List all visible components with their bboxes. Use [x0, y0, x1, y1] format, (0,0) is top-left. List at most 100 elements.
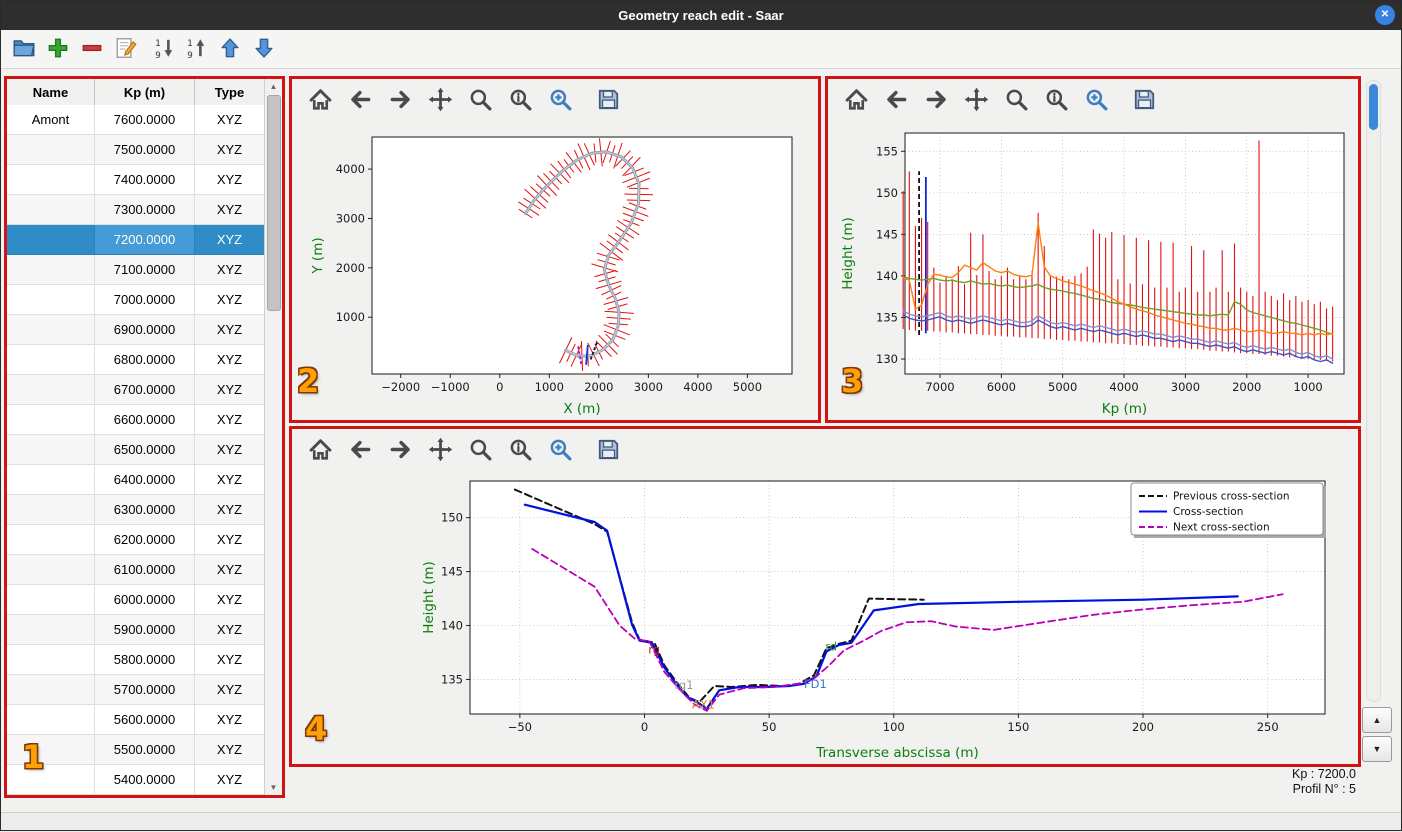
- cell-type[interactable]: XYZ: [195, 435, 265, 465]
- table-row[interactable]: 5700.0000XYZ: [7, 675, 265, 705]
- sort-ascending-button[interactable]: 19: [180, 33, 212, 65]
- move-down-button[interactable]: [248, 33, 280, 65]
- cell-kp[interactable]: 6100.0000: [95, 555, 195, 585]
- cell-kp[interactable]: 6200.0000: [95, 525, 195, 555]
- table-scrollbar-thumb[interactable]: [267, 95, 281, 311]
- cell-type[interactable]: XYZ: [195, 465, 265, 495]
- table-row[interactable]: 6500.0000XYZ: [7, 435, 265, 465]
- cell-kp[interactable]: 7500.0000: [95, 135, 195, 165]
- cell-type[interactable]: XYZ: [195, 375, 265, 405]
- cell-type[interactable]: XYZ: [195, 735, 265, 765]
- cell-name[interactable]: [7, 555, 95, 585]
- table-row[interactable]: 6000.0000XYZ: [7, 585, 265, 615]
- move-up-button[interactable]: [214, 33, 246, 65]
- table-row[interactable]: 6800.0000XYZ: [7, 345, 265, 375]
- cell-name[interactable]: [7, 165, 95, 195]
- cell-type[interactable]: XYZ: [195, 645, 265, 675]
- table-row[interactable]: 7400.0000XYZ: [7, 165, 265, 195]
- back-button[interactable]: [344, 434, 376, 466]
- cell-name[interactable]: [7, 315, 95, 345]
- cell-type[interactable]: XYZ: [195, 225, 265, 255]
- window-scrollbar-thumb[interactable]: [1369, 84, 1378, 130]
- cell-name[interactable]: [7, 525, 95, 555]
- save-button[interactable]: [1128, 84, 1160, 116]
- cell-kp[interactable]: 5900.0000: [95, 615, 195, 645]
- cell-type[interactable]: XYZ: [195, 135, 265, 165]
- inspect-button[interactable]: [1040, 84, 1072, 116]
- home-button[interactable]: [304, 84, 336, 116]
- cell-kp[interactable]: 6900.0000: [95, 315, 195, 345]
- zoom-region-button[interactable]: [544, 84, 576, 116]
- zoom-button[interactable]: [464, 434, 496, 466]
- cell-type[interactable]: XYZ: [195, 675, 265, 705]
- cell-type[interactable]: XYZ: [195, 345, 265, 375]
- cell-type[interactable]: XYZ: [195, 285, 265, 315]
- home-button[interactable]: [304, 434, 336, 466]
- pan-button[interactable]: [424, 434, 456, 466]
- cell-type[interactable]: XYZ: [195, 705, 265, 735]
- inspect-button[interactable]: [504, 84, 536, 116]
- cell-name[interactable]: [7, 735, 95, 765]
- add-button[interactable]: [42, 33, 74, 65]
- cell-type[interactable]: XYZ: [195, 495, 265, 525]
- cell-type[interactable]: XYZ: [195, 615, 265, 645]
- cell-kp[interactable]: 7600.0000: [95, 105, 195, 135]
- cell-name[interactable]: [7, 645, 95, 675]
- table-row[interactable]: 5900.0000XYZ: [7, 615, 265, 645]
- home-button[interactable]: [840, 84, 872, 116]
- pan-button[interactable]: [960, 84, 992, 116]
- cross-section-chart[interactable]: −50050100150200250135140145150Transverse…: [292, 471, 1358, 764]
- forward-button[interactable]: [384, 84, 416, 116]
- cell-type[interactable]: XYZ: [195, 765, 265, 795]
- cell-kp[interactable]: 6400.0000: [95, 465, 195, 495]
- back-button[interactable]: [344, 84, 376, 116]
- table-row[interactable]: 7300.0000XYZ: [7, 195, 265, 225]
- cell-name[interactable]: [7, 195, 95, 225]
- table-row[interactable]: 6100.0000XYZ: [7, 555, 265, 585]
- plan-view-chart[interactable]: −2000−1000010002000300040005000100020003…: [292, 121, 818, 420]
- table-row[interactable]: 6300.0000XYZ: [7, 495, 265, 525]
- table-row[interactable]: 7200.0000XYZ: [7, 225, 265, 255]
- cell-kp[interactable]: 6500.0000: [95, 435, 195, 465]
- cell-type[interactable]: XYZ: [195, 315, 265, 345]
- header-name[interactable]: Name: [7, 79, 95, 105]
- next-profile-button[interactable]: ▼: [1362, 736, 1392, 762]
- cell-kp[interactable]: 5600.0000: [95, 705, 195, 735]
- table-row[interactable]: 5800.0000XYZ: [7, 645, 265, 675]
- open-button[interactable]: [8, 33, 40, 65]
- table-row[interactable]: 5600.0000XYZ: [7, 705, 265, 735]
- sort-descending-button[interactable]: 19: [148, 33, 180, 65]
- cell-name[interactable]: [7, 255, 95, 285]
- previous-profile-button[interactable]: ▲: [1362, 707, 1392, 733]
- cell-name[interactable]: [7, 465, 95, 495]
- cell-name[interactable]: [7, 675, 95, 705]
- table-row[interactable]: 6600.0000XYZ: [7, 405, 265, 435]
- cell-name[interactable]: [7, 435, 95, 465]
- cell-kp[interactable]: 7000.0000: [95, 285, 195, 315]
- cell-kp[interactable]: 6600.0000: [95, 405, 195, 435]
- table-row[interactable]: 7500.0000XYZ: [7, 135, 265, 165]
- cell-kp[interactable]: 7300.0000: [95, 195, 195, 225]
- cell-type[interactable]: XYZ: [195, 405, 265, 435]
- header-kp[interactable]: Kp (m): [95, 79, 195, 105]
- cell-name[interactable]: [7, 585, 95, 615]
- cell-kp[interactable]: 5500.0000: [95, 735, 195, 765]
- cell-kp[interactable]: 6300.0000: [95, 495, 195, 525]
- window-scrollbar[interactable]: [1366, 80, 1381, 702]
- cell-type[interactable]: XYZ: [195, 165, 265, 195]
- table-row[interactable]: Amont7600.0000XYZ: [7, 105, 265, 135]
- table-row[interactable]: 6200.0000XYZ: [7, 525, 265, 555]
- cell-type[interactable]: XYZ: [195, 585, 265, 615]
- cell-name[interactable]: [7, 615, 95, 645]
- cell-type[interactable]: XYZ: [195, 525, 265, 555]
- cell-name[interactable]: [7, 765, 95, 795]
- table-row[interactable]: 6700.0000XYZ: [7, 375, 265, 405]
- scroll-down-arrow-icon[interactable]: ▼: [265, 783, 282, 792]
- close-button[interactable]: ✕: [1375, 5, 1395, 25]
- cell-type[interactable]: XYZ: [195, 105, 265, 135]
- header-type[interactable]: Type: [195, 79, 265, 105]
- zoom-region-button[interactable]: [544, 434, 576, 466]
- cell-kp[interactable]: 7100.0000: [95, 255, 195, 285]
- cell-kp[interactable]: 5400.0000: [95, 765, 195, 795]
- remove-button[interactable]: [76, 33, 108, 65]
